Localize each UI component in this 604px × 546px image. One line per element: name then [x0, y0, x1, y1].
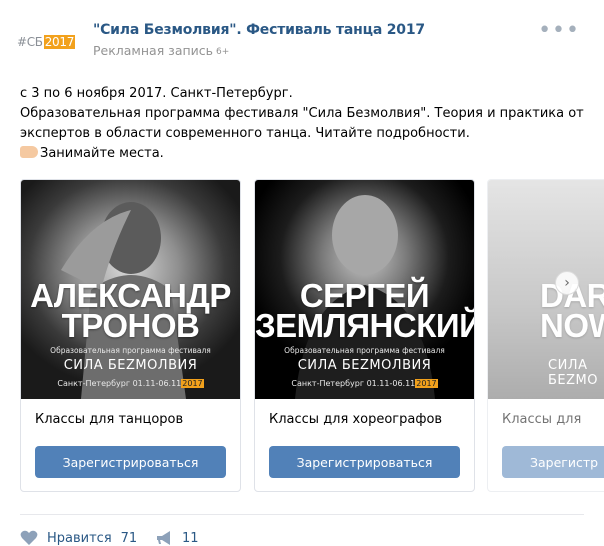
like-button[interactable]: Нравится 71 — [20, 530, 137, 546]
post-text-line: с 3 по 6 ноября 2017. Санкт-Петербург. — [20, 86, 293, 101]
card-photo[interactable]: АЛЕКСАНДР ТРОНОВ Образовательная програм… — [21, 180, 240, 399]
community-avatar[interactable]: #СБ 2017 — [16, 24, 76, 60]
card-program: Образовательная программа фестиваля — [284, 346, 445, 355]
megaphone-icon — [157, 531, 170, 545]
card-program: Образовательная программа фестиваля — [50, 346, 211, 355]
more-dots-icon[interactable]: ••• — [538, 20, 580, 42]
card-label: Классы для танцоров — [35, 412, 184, 427]
register-button[interactable]: Зарегистрироваться — [269, 446, 460, 478]
carousel-card[interactable]: СЕРГЕЙ ЗЕМЛЯНСКИЙ Образовательная програ… — [254, 179, 475, 492]
post-text-line: Занимайте места. — [20, 144, 590, 164]
card-label: Классы для — [502, 412, 582, 427]
card-festival: СИЛА БЕZМОЛВИЯ — [63, 358, 198, 373]
card-dates: Санкт-Петербург 01.11-06.112017 — [291, 379, 438, 388]
like-count: 71 — [120, 530, 138, 546]
community-title[interactable]: "Сила Безмолвия". Фестиваль танца 2017 — [93, 22, 425, 38]
card-name-line: ЗЕМЛЯНСКИЙ — [255, 307, 474, 344]
card-name-line: ТРОНОВ — [61, 307, 200, 344]
ad-label: Рекламная запись — [93, 43, 214, 58]
card-label: Классы для хореографов — [269, 412, 443, 427]
card-festival: СИЛА БЕZМОЛВИЯ — [297, 358, 432, 373]
share-count: 11 — [182, 530, 199, 546]
register-button[interactable]: Зарегистрироваться — [35, 446, 226, 478]
carousel-card[interactable]: DARI NOW СИЛА БЕZМО Классы для Зарегистр — [487, 179, 604, 492]
pointing-hand-icon — [20, 146, 38, 158]
post-text-line: Образовательная программа фестиваля "Сил… — [20, 106, 584, 141]
heart-icon — [20, 530, 38, 545]
card-festival: СИЛА БЕZМО — [548, 358, 598, 388]
share-button[interactable]: 11 — [156, 530, 199, 546]
card-photo[interactable]: СЕРГЕЙ ЗЕМЛЯНСКИЙ Образовательная програ… — [255, 180, 474, 399]
card-name-line: NOW — [540, 307, 604, 344]
like-label: Нравится — [47, 530, 112, 546]
post-text: с 3 по 6 ноября 2017. Санкт-Петербург. О… — [20, 84, 590, 164]
register-button[interactable]: Зарегистр — [502, 446, 604, 478]
divider — [20, 514, 584, 515]
chevron-right-icon[interactable]: › — [555, 271, 579, 295]
ad-post: #СБ 2017 "Сила Безмолвия". Фестиваль танц… — [0, 0, 604, 546]
card-photo[interactable]: DARI NOW СИЛА БЕZМО — [488, 180, 604, 399]
carousel: АЛЕКСАНДР ТРОНОВ Образовательная програм… — [20, 179, 604, 492]
carousel-card[interactable]: АЛЕКСАНДР ТРОНОВ Образовательная програм… — [20, 179, 241, 492]
card-dates: Санкт-Петербург 01.11-06.112017 — [57, 379, 204, 388]
age-rating: 6+ — [216, 47, 230, 57]
post-subtitle: Рекламная запись 6+ — [93, 43, 229, 58]
avatar-logo: #СБ 2017 — [16, 35, 76, 49]
